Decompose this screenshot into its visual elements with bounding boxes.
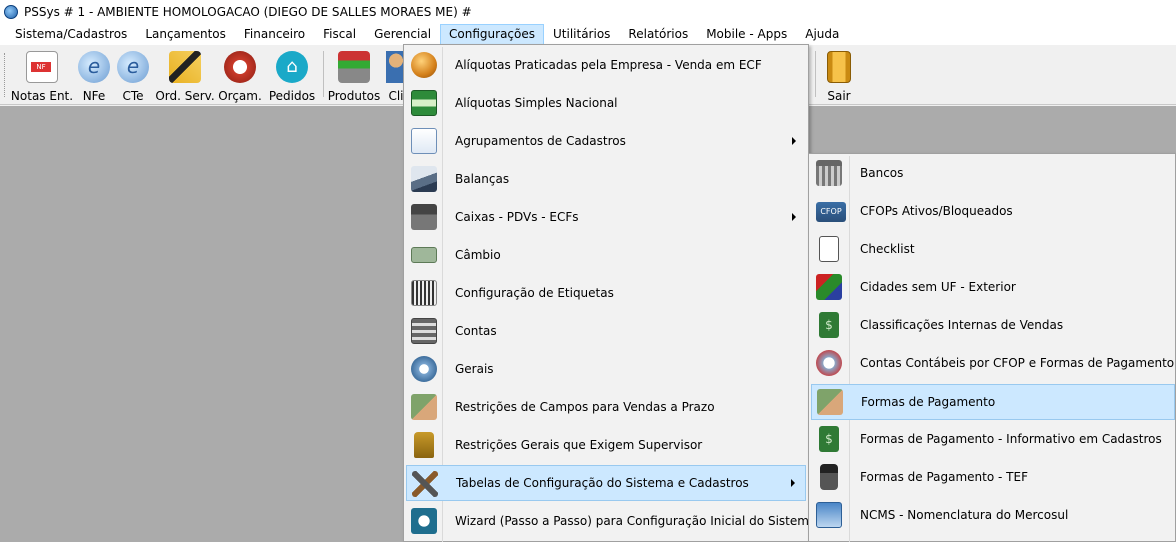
wizard-icon — [410, 507, 438, 535]
submenu-item-checklist[interactable]: Checklist — [811, 232, 1175, 268]
gears-icon — [410, 355, 438, 383]
pos-terminal-icon — [816, 464, 844, 492]
submenu-item-cfops[interactable]: CFOP CFOPs Ativos/Bloqueados — [811, 194, 1175, 230]
toolbar-grip[interactable] — [4, 53, 7, 97]
accounts-icon — [816, 350, 844, 378]
submenu-item-contas-contabeis[interactable]: Contas Contábeis por CFOP e Formas de Pa… — [811, 346, 1175, 382]
scale-icon — [410, 165, 438, 193]
calculator-icon — [410, 317, 438, 345]
tools-icon — [411, 470, 439, 498]
submenu-item-formas-pagamento[interactable]: Formas de Pagamento — [811, 384, 1175, 420]
menu-ajuda[interactable]: Ajuda — [796, 24, 848, 45]
cfop-icon: CFOP — [816, 198, 846, 226]
exit-door-icon — [827, 51, 851, 83]
menu-item-etiquetas[interactable]: Configuração de Etiquetas — [406, 275, 806, 311]
menu-item-aliquotas-ecf[interactable]: Alíquotas Praticadas pela Empresa - Vend… — [406, 47, 806, 83]
menu-item-aliquotas-simples[interactable]: Alíquotas Simples Nacional — [406, 85, 806, 121]
menu-bar: Sistema/Cadastros Lançamentos Financeiro… — [0, 24, 1176, 45]
submenu-arrow-icon — [792, 137, 796, 145]
money-hand-icon — [410, 393, 438, 421]
menu-utilitarios[interactable]: Utilitários — [544, 24, 619, 45]
menu-mobile-apps[interactable]: Mobile - Apps — [697, 24, 796, 45]
menu-fiscal[interactable]: Fiscal — [314, 24, 365, 45]
simples-card-icon — [410, 89, 438, 117]
toolbar-nfe-button[interactable]: e NFe — [78, 47, 110, 103]
budget-icon — [224, 51, 256, 83]
cash-register-icon — [410, 203, 438, 231]
toolbar-orcam-button[interactable]: Orçam. — [218, 47, 262, 103]
submenu-item-formas-pagamento-tef[interactable]: Formas de Pagamento - TEF — [811, 460, 1175, 496]
menu-item-agrupamentos[interactable]: Agrupamentos de Cadastros — [406, 123, 806, 159]
invoice-icon: NF — [26, 51, 58, 83]
padlock-icon — [410, 431, 438, 459]
menu-item-balancas[interactable]: Balanças — [406, 161, 806, 197]
toolbar-produtos-button[interactable]: Produtos — [328, 47, 380, 103]
toolbar-notas-ent-button[interactable]: NF Notas Ent. — [11, 47, 73, 103]
toolbar-sair-button[interactable]: Sair — [822, 47, 856, 103]
bank-icon — [816, 160, 844, 188]
ncm-icon — [816, 502, 844, 530]
submenu-item-ncms[interactable]: NCMS - Nomenclatura do Mercosul — [811, 498, 1175, 534]
grouping-icon — [410, 127, 438, 155]
service-order-icon — [169, 51, 201, 83]
menu-relatorios[interactable]: Relatórios — [619, 24, 697, 45]
nfe-icon: e — [78, 51, 110, 83]
label-printer-icon — [410, 279, 438, 307]
menu-item-cambio[interactable]: Câmbio — [406, 237, 806, 273]
submenu-item-cidades-exterior[interactable]: Cidades sem UF - Exterior — [811, 270, 1175, 306]
menu-item-gerais[interactable]: Gerais — [406, 351, 806, 387]
submenu-item-formas-pagamento-informativo[interactable]: $ Formas de Pagamento - Informativo em C… — [811, 422, 1175, 458]
cart-icon — [338, 51, 370, 83]
app-icon — [4, 5, 18, 19]
submenu-arrow-icon — [791, 479, 795, 487]
title-bar: PSSys # 1 - AMBIENTE HOMOLOGACAO (DIEGO … — [0, 0, 1176, 24]
banknote-icon — [410, 241, 438, 269]
toolbar-separator — [815, 51, 816, 97]
toolbar-separator — [323, 51, 324, 97]
dollar-note-icon: $ — [816, 312, 844, 340]
menu-sistema-cadastros[interactable]: Sistema/Cadastros — [6, 24, 136, 45]
coins-icon — [410, 51, 438, 79]
menu-item-caixas-pdvs[interactable]: Caixas - PDVs - ECFs — [406, 199, 806, 235]
menu-item-tabelas-configuracao[interactable]: Tabelas de Configuração do Sistema e Cad… — [406, 465, 806, 501]
checklist-icon — [816, 236, 844, 264]
submenu-arrow-icon — [792, 213, 796, 221]
basket-icon: ⌂ — [276, 51, 308, 83]
submenu-item-bancos[interactable]: Bancos — [811, 156, 1175, 192]
menu-item-restricoes-supervisor[interactable]: Restrições Gerais que Exigem Supervisor — [406, 427, 806, 463]
menu-financeiro[interactable]: Financeiro — [235, 24, 314, 45]
menu-configuracoes[interactable]: Configurações — [440, 24, 544, 45]
toolbar-cte-button[interactable]: e CTe — [117, 47, 149, 103]
configuracoes-dropdown: Alíquotas Praticadas pela Empresa - Vend… — [403, 44, 816, 542]
tabelas-submenu: Bancos CFOP CFOPs Ativos/Bloqueados Chec… — [808, 153, 1176, 542]
cte-icon: e — [117, 51, 149, 83]
payment-hand-icon — [817, 389, 845, 417]
submenu-item-classificacoes-vendas[interactable]: $ Classificações Internas de Vendas — [811, 308, 1175, 344]
menu-item-restricoes-vendas-prazo[interactable]: Restrições de Campos para Vendas a Prazo — [406, 389, 806, 425]
toolbar-pedidos-button[interactable]: ⌂ Pedidos — [268, 47, 316, 103]
menu-item-wizard[interactable]: Wizard (Passo a Passo) para Configuração… — [406, 503, 816, 539]
window-title: PSSys # 1 - AMBIENTE HOMOLOGACAO (DIEGO … — [24, 5, 472, 19]
dollar-note-icon: $ — [816, 426, 844, 454]
flags-icon — [816, 274, 844, 302]
menu-item-contas[interactable]: Contas — [406, 313, 806, 349]
toolbar-ord-serv-button[interactable]: Ord. Serv. — [155, 47, 215, 103]
menu-lancamentos[interactable]: Lançamentos — [136, 24, 235, 45]
menu-gerencial[interactable]: Gerencial — [365, 24, 440, 45]
